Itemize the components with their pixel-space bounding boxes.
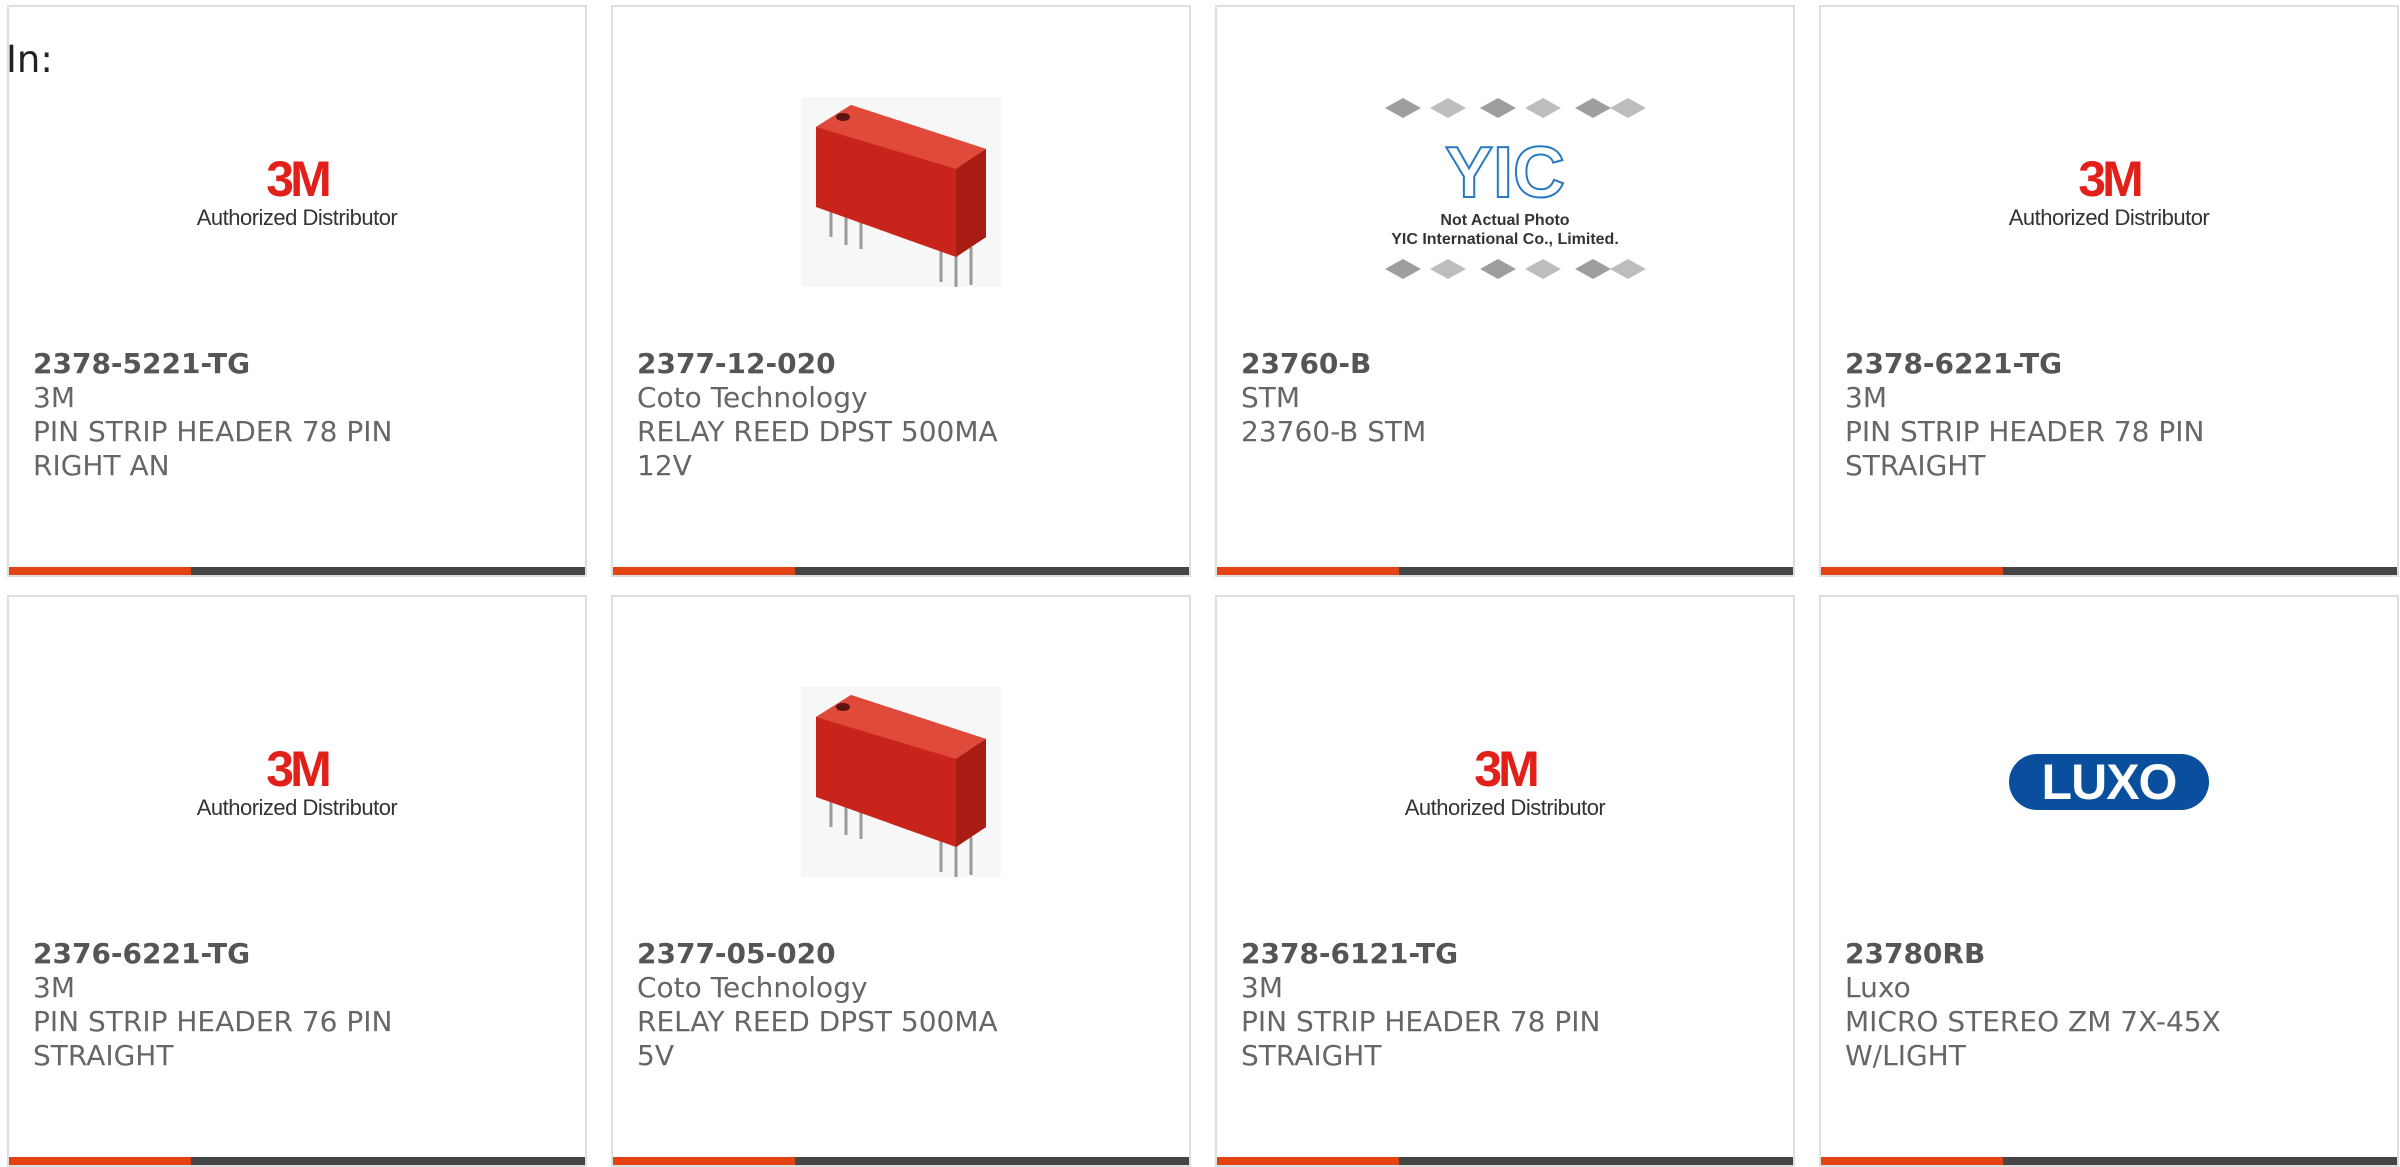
manufacturer: Luxo <box>1845 971 1911 1004</box>
product-info: 23780RB Luxo MICRO STEREO ZM 7X-45X W/LI… <box>1845 937 2373 1073</box>
part-number[interactable]: 2378-5221-TG <box>33 347 561 381</box>
product-image[interactable] <box>613 657 1189 907</box>
product-info: 23760-B STM 23760-B STM <box>1241 347 1769 449</box>
card-bar-accent <box>9 1157 191 1165</box>
filter-label: In: <box>6 38 53 81</box>
3m-logo-subtitle: Authorized Distributor <box>196 205 398 230</box>
product-card[interactable]: 3M Authorized Distributor 2376-6221-TG 3M… <box>7 595 587 1167</box>
card-bar <box>1217 567 1793 575</box>
product-info: 2377-05-020 Coto Technology RELAY REED D… <box>637 937 1165 1073</box>
reed-relay-image <box>801 687 1001 877</box>
card-bar-accent <box>9 567 191 575</box>
product-info: 2377-12-020 Coto Technology RELAY REED D… <box>637 347 1165 483</box>
product-card[interactable]: LUXO 23780RB Luxo MICRO STEREO ZM 7X-45X… <box>1819 595 2399 1167</box>
manufacturer: STM <box>1241 381 1301 414</box>
3m-logo-subtitle: Authorized Distributor <box>196 795 398 820</box>
description: 23760-B STM <box>1241 415 1427 448</box>
product-info: 2378-5221-TG 3M PIN STRIP HEADER 78 PIN … <box>33 347 561 483</box>
yic-logo-mark: YIC <box>1444 133 1566 213</box>
product-card[interactable]: 3M Authorized Distributor 2378-6221-TG 3M… <box>1819 5 2399 577</box>
product-image[interactable]: LUXO <box>1821 657 2397 907</box>
manufacturer: 3M <box>33 381 75 414</box>
product-card[interactable]: 2377-12-020 Coto Technology RELAY REED D… <box>611 5 1191 577</box>
description: PIN STRIP HEADER 76 PIN STRAIGHT <box>33 1005 393 1072</box>
product-image[interactable]: 3M Authorized Distributor <box>1217 657 1793 907</box>
description: RELAY REED DPST 500MA 12V <box>637 415 998 482</box>
manufacturer: 3M <box>1845 381 1887 414</box>
chips-top-icon <box>1385 98 1646 118</box>
product-info: 2378-6221-TG 3M PIN STRIP HEADER 78 PIN … <box>1845 347 2373 483</box>
card-bar <box>613 1157 1189 1165</box>
yic-caption-1: Not Actual Photo <box>1440 212 1570 229</box>
3m-logo: 3M Authorized Distributor <box>2004 153 2214 231</box>
card-bar-accent <box>613 567 795 575</box>
product-image[interactable]: YIC Not Actual Photo YIC International Co.… <box>1217 67 1793 317</box>
yic-caption-2: YIC International Co., Limited. <box>1391 231 1619 248</box>
card-bar-accent <box>1821 1157 2003 1165</box>
description: PIN STRIP HEADER 78 PIN RIGHT AN <box>33 415 393 482</box>
card-bar <box>1821 1157 2397 1165</box>
3m-logo: 3M Authorized Distributor <box>192 153 402 231</box>
3m-logo-subtitle: Authorized Distributor <box>1404 795 1606 820</box>
part-number[interactable]: 2378-6221-TG <box>1845 347 2373 381</box>
part-number[interactable]: 2377-12-020 <box>637 347 1165 381</box>
product-grid: 3M Authorized Distributor 2378-5221-TG 3M… <box>7 5 2399 1167</box>
card-bar-accent <box>1217 567 1399 575</box>
3m-logo-mark: 3M <box>266 151 331 207</box>
card-bar <box>1821 567 2397 575</box>
manufacturer: 3M <box>1241 971 1283 1004</box>
chips-bottom-icon <box>1385 259 1646 279</box>
part-number[interactable]: 2377-05-020 <box>637 937 1165 971</box>
card-bar <box>1217 1157 1793 1165</box>
product-image[interactable]: 3M Authorized Distributor <box>9 657 585 907</box>
3m-logo: 3M Authorized Distributor <box>1400 743 1610 821</box>
part-number[interactable]: 2378-6121-TG <box>1241 937 1769 971</box>
product-info: 2376-6221-TG 3M PIN STRIP HEADER 76 PIN … <box>33 937 561 1073</box>
manufacturer: 3M <box>33 971 75 1004</box>
card-bar-accent <box>1821 567 2003 575</box>
3m-logo-subtitle: Authorized Distributor <box>2008 205 2210 230</box>
description: PIN STRIP HEADER 78 PIN STRAIGHT <box>1241 1005 1601 1072</box>
card-bar <box>9 1157 585 1165</box>
product-card[interactable]: YIC Not Actual Photo YIC International Co.… <box>1215 5 1795 577</box>
product-card[interactable]: 3M Authorized Distributor 2378-6121-TG 3M… <box>1215 595 1795 1167</box>
part-number[interactable]: 23760-B <box>1241 347 1769 381</box>
3m-logo: 3M Authorized Distributor <box>192 743 402 821</box>
product-image[interactable]: 3M Authorized Distributor <box>1821 67 2397 317</box>
description: PIN STRIP HEADER 78 PIN STRAIGHT <box>1845 415 2205 482</box>
card-bar-accent <box>1217 1157 1399 1165</box>
yic-placeholder-image: YIC Not Actual Photo YIC International Co.… <box>1360 90 1650 294</box>
manufacturer: Coto Technology <box>637 381 868 414</box>
product-image[interactable]: 3M Authorized Distributor <box>9 67 585 317</box>
3m-logo-mark: 3M <box>266 741 331 797</box>
product-info: 2378-6121-TG 3M PIN STRIP HEADER 78 PIN … <box>1241 937 1769 1073</box>
product-card[interactable]: 3M Authorized Distributor 2378-5221-TG 3M… <box>7 5 587 577</box>
part-number[interactable]: 23780RB <box>1845 937 2373 971</box>
card-bar-accent <box>613 1157 795 1165</box>
part-number[interactable]: 2376-6221-TG <box>33 937 561 971</box>
description: MICRO STEREO ZM 7X-45X W/LIGHT <box>1845 1005 2221 1072</box>
reed-relay-image <box>801 97 1001 287</box>
card-bar <box>613 567 1189 575</box>
3m-logo-mark: 3M <box>2078 151 2143 207</box>
description: RELAY REED DPST 500MA 5V <box>637 1005 998 1072</box>
3m-logo-mark: 3M <box>1474 741 1539 797</box>
manufacturer: Coto Technology <box>637 971 868 1004</box>
product-image[interactable] <box>613 67 1189 317</box>
luxo-logo: LUXO <box>2009 754 2209 810</box>
product-card[interactable]: 2377-05-020 Coto Technology RELAY REED D… <box>611 595 1191 1167</box>
card-bar <box>9 567 585 575</box>
